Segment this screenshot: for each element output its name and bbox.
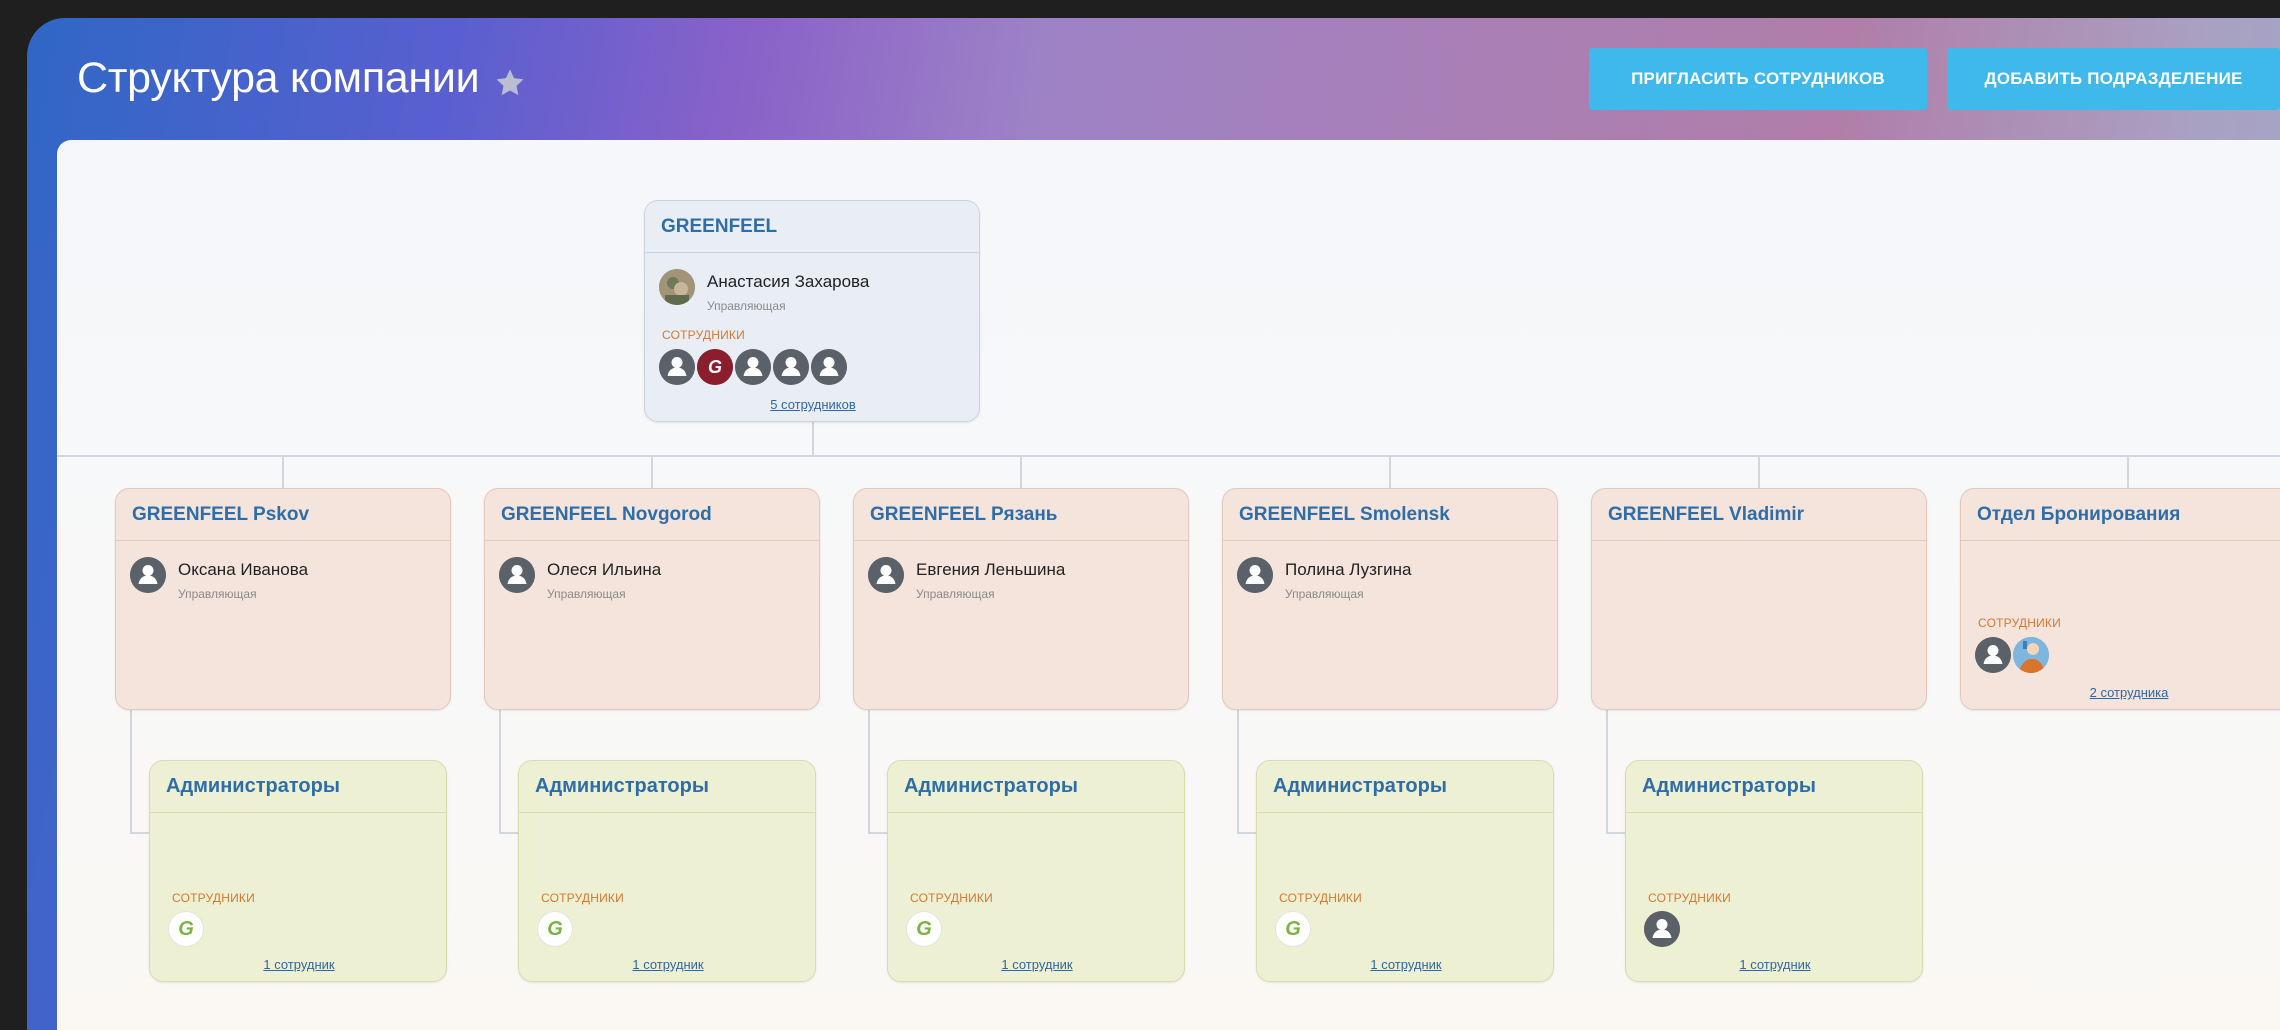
sub-connector bbox=[1237, 694, 1239, 834]
root-connector bbox=[812, 422, 814, 455]
branch-connector bbox=[2127, 455, 2129, 488]
department-name[interactable]: Администраторы bbox=[519, 761, 815, 813]
head-name[interactable]: Оксана Иванова bbox=[178, 560, 308, 580]
user-avatar-icon[interactable] bbox=[1644, 911, 1680, 947]
department-card-branch[interactable]: GREENFEEL Novgorod Олеся Ильина Управляю… bbox=[484, 488, 820, 710]
department-head[interactable]: Олеся Ильина Управляющая bbox=[499, 557, 661, 601]
department-name[interactable]: Администраторы bbox=[888, 761, 1184, 813]
head-role: Управляющая bbox=[178, 587, 257, 601]
branch-connector bbox=[282, 455, 284, 488]
department-card-subdepartment[interactable]: Администраторы СОТРУДНИКИ 1 сотрудник bbox=[1625, 760, 1923, 982]
department-head[interactable]: Полина Лузгина Управляющая bbox=[1237, 557, 1411, 601]
page-title-text: Структура компании bbox=[77, 54, 480, 102]
department-name[interactable]: Администраторы bbox=[1626, 761, 1922, 813]
department-card-branch[interactable]: Отдел Бронирования СОТРУДНИКИ 2 сотрудни… bbox=[1960, 488, 2280, 710]
employee-count-link[interactable]: 1 сотрудник bbox=[1626, 957, 1924, 972]
department-card-root[interactable]: GREENFEEL Анастасия Захарова Управляющая… bbox=[644, 200, 980, 422]
employee-avatars: G bbox=[168, 911, 204, 947]
sub-connector bbox=[130, 694, 132, 834]
user-avatar-icon[interactable] bbox=[735, 349, 771, 385]
department-card-subdepartment[interactable]: Администраторы СОТРУДНИКИ G 1 сотрудник bbox=[518, 760, 816, 982]
department-card-branch[interactable]: GREENFEEL Vladimir bbox=[1591, 488, 1927, 710]
head-name[interactable]: Евгения Леньшина bbox=[916, 560, 1065, 580]
sub-connector bbox=[499, 694, 501, 834]
department-card-subdepartment[interactable]: Администраторы СОТРУДНИКИ G 1 сотрудник bbox=[887, 760, 1185, 982]
head-role: Управляющая bbox=[547, 587, 626, 601]
employee-avatars: G bbox=[1275, 911, 1311, 947]
head-name[interactable]: Олеся Ильина bbox=[547, 560, 661, 580]
employee-avatars: G bbox=[659, 349, 847, 385]
employees-label: СОТРУДНИКИ bbox=[172, 891, 255, 905]
greenfeel-logo-avatar[interactable]: G bbox=[1275, 911, 1311, 947]
user-avatar-icon[interactable] bbox=[1237, 557, 1273, 593]
head-role: Управляющая bbox=[916, 587, 995, 601]
head-role: Управляющая bbox=[1285, 587, 1364, 601]
employee-count-link[interactable]: 1 сотрудник bbox=[888, 957, 1186, 972]
employees-label: СОТРУДНИКИ bbox=[541, 891, 624, 905]
logo-letter: G bbox=[708, 357, 722, 377]
sub-connector bbox=[1606, 694, 1608, 834]
greenfeel-logo-avatar[interactable]: G bbox=[537, 911, 573, 947]
employee-avatars: G bbox=[906, 911, 942, 947]
user-avatar-icon[interactable] bbox=[659, 349, 695, 385]
employee-count-link[interactable]: 5 сотрудников bbox=[645, 397, 981, 412]
company-logo-avatar[interactable]: G bbox=[697, 349, 733, 385]
employees-label: СОТРУДНИКИ bbox=[662, 328, 745, 342]
department-name[interactable]: Администраторы bbox=[150, 761, 446, 813]
employees-label: СОТРУДНИКИ bbox=[1279, 891, 1362, 905]
user-avatar-icon[interactable] bbox=[499, 557, 535, 593]
user-avatar-icon[interactable] bbox=[811, 349, 847, 385]
add-department-button[interactable]: ДОБАВИТЬ ПОДРАЗДЕЛЕНИЕ bbox=[1947, 48, 2280, 110]
department-head[interactable]: Оксана Иванова Управляющая bbox=[130, 557, 308, 601]
employee-count-link[interactable]: 2 сотрудника bbox=[1961, 685, 2280, 700]
branch-bus-line bbox=[57, 455, 2280, 457]
head-avatar[interactable] bbox=[659, 269, 695, 305]
employee-count-link[interactable]: 1 сотрудник bbox=[519, 957, 817, 972]
employee-count-link[interactable]: 1 сотрудник bbox=[150, 957, 448, 972]
department-card-branch[interactable]: GREENFEEL Smolensk Полина Лузгина Управл… bbox=[1222, 488, 1558, 710]
department-card-branch[interactable]: GREENFEEL Pskov Оксана Иванова Управляющ… bbox=[115, 488, 451, 710]
employees-label: СОТРУДНИКИ bbox=[910, 891, 993, 905]
employee-count-link[interactable]: 1 сотрудник bbox=[1257, 957, 1555, 972]
app-window: Структура компании ПРИГЛАСИТЬ СОТРУДНИКО… bbox=[27, 18, 2280, 1030]
branch-connector bbox=[1758, 455, 1760, 488]
user-avatar-icon[interactable] bbox=[868, 557, 904, 593]
greenfeel-logo-avatar[interactable]: G bbox=[906, 911, 942, 947]
head-name[interactable]: Анастасия Захарова bbox=[707, 272, 869, 292]
greenfeel-logo-avatar[interactable]: G bbox=[168, 911, 204, 947]
department-name[interactable]: Администраторы bbox=[1257, 761, 1553, 813]
department-name[interactable]: GREENFEEL Pskov bbox=[116, 489, 450, 541]
department-card-subdepartment[interactable]: Администраторы СОТРУДНИКИ G 1 сотрудник bbox=[1256, 760, 1554, 982]
employees-label: СОТРУДНИКИ bbox=[1648, 891, 1731, 905]
department-name[interactable]: Отдел Бронирования bbox=[1961, 489, 2280, 541]
page-title: Структура компании bbox=[77, 54, 527, 103]
department-head[interactable]: Евгения Леньшина Управляющая bbox=[868, 557, 1065, 601]
branch-connector bbox=[651, 455, 653, 488]
department-card-branch[interactable]: GREENFEEL Рязань Евгения Леньшина Управл… bbox=[853, 488, 1189, 710]
branch-connector bbox=[1389, 455, 1391, 488]
photo-avatar[interactable] bbox=[2013, 637, 2049, 673]
org-chart-canvas: GREENFEEL Анастасия Захарова Управляющая… bbox=[57, 140, 2280, 1030]
sub-connector bbox=[868, 694, 870, 834]
employees-label: СОТРУДНИКИ bbox=[1978, 616, 2061, 630]
department-name[interactable]: GREENFEEL Novgorod bbox=[485, 489, 819, 541]
employee-avatars bbox=[1975, 637, 2049, 673]
employee-avatars bbox=[1644, 911, 1680, 947]
branch-connector bbox=[1020, 455, 1022, 488]
employee-avatars: G bbox=[537, 911, 573, 947]
head-role: Управляющая bbox=[707, 299, 786, 313]
department-name[interactable]: GREENFEEL Smolensk bbox=[1223, 489, 1557, 541]
user-avatar-icon[interactable] bbox=[1975, 637, 2011, 673]
department-name[interactable]: GREENFEEL bbox=[645, 201, 979, 253]
department-head[interactable]: Анастасия Захарова Управляющая bbox=[659, 269, 869, 313]
head-name[interactable]: Полина Лузгина bbox=[1285, 560, 1411, 580]
department-card-subdepartment[interactable]: Администраторы СОТРУДНИКИ G 1 сотрудник bbox=[149, 760, 447, 982]
user-avatar-icon[interactable] bbox=[773, 349, 809, 385]
star-icon[interactable] bbox=[493, 62, 527, 96]
department-name[interactable]: GREENFEEL Vladimir bbox=[1592, 489, 1926, 541]
invite-employees-button[interactable]: ПРИГЛАСИТЬ СОТРУДНИКОВ bbox=[1589, 48, 1927, 110]
department-name[interactable]: GREENFEEL Рязань bbox=[854, 489, 1188, 541]
user-avatar-icon[interactable] bbox=[130, 557, 166, 593]
